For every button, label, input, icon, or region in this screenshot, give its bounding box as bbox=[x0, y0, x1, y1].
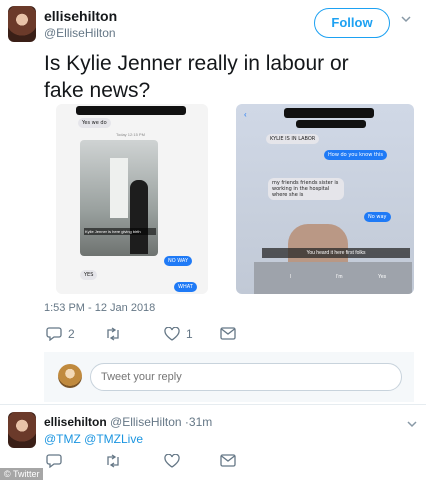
message-action[interactable] bbox=[220, 454, 236, 467]
back-chevron-icon: ‹ bbox=[244, 110, 247, 119]
black-bar bbox=[76, 106, 186, 115]
reply-action[interactable] bbox=[46, 454, 62, 468]
chat-bubble: Yes we do bbox=[78, 118, 111, 128]
avatar[interactable] bbox=[8, 6, 36, 42]
chat-header-time: Today 12:15 PM bbox=[116, 132, 145, 137]
reply-action[interactable]: 2 bbox=[46, 327, 75, 341]
reply-icon bbox=[46, 454, 62, 468]
black-bar bbox=[284, 108, 374, 118]
watermark: © Twitter bbox=[0, 468, 44, 480]
reply-age[interactable]: ·31m bbox=[185, 415, 212, 429]
divider bbox=[0, 404, 426, 405]
tweet-text: Is Kylie Jenner really in labour or fake… bbox=[44, 52, 349, 102]
display-name[interactable]: ellisehilton bbox=[44, 8, 117, 24]
chat-bubble: KYLIE IS IN LABOR bbox=[266, 134, 320, 144]
reply-display-name[interactable]: ellisehilton bbox=[44, 415, 107, 429]
like-action[interactable]: 1 bbox=[164, 327, 193, 341]
reply-count: 2 bbox=[68, 327, 75, 341]
hand-shape bbox=[288, 224, 348, 264]
chat-bubble: How do you know this bbox=[324, 150, 388, 160]
reply-input[interactable] bbox=[90, 363, 402, 391]
photo-caption: Kylie Jenner is here giving birth bbox=[84, 228, 156, 235]
retweet-icon bbox=[104, 327, 122, 341]
keyboard-suggestion: I'm bbox=[336, 274, 343, 280]
keyboard-suggestion: Yes bbox=[378, 274, 387, 280]
retweet-action[interactable] bbox=[104, 327, 128, 341]
heart-icon bbox=[164, 454, 180, 468]
message-action[interactable] bbox=[220, 327, 236, 340]
retweet-icon bbox=[104, 454, 122, 468]
black-bar bbox=[296, 120, 366, 128]
hallway-photo: Kylie Jenner is here giving birth bbox=[80, 140, 158, 256]
reply-tweet-text: @TMZ @TMZLive bbox=[44, 432, 144, 446]
like-count: 1 bbox=[186, 327, 193, 341]
chat-bubble: my friends friends sister is working in … bbox=[268, 178, 344, 200]
media-image-left[interactable]: Yes we do Today 12:15 PM Kylie Jenner is… bbox=[56, 104, 208, 294]
chevron-down-icon[interactable] bbox=[400, 13, 412, 25]
keyboard-suggestion: I bbox=[290, 274, 292, 280]
chevron-down-icon[interactable] bbox=[406, 418, 418, 430]
chat-bubble: WHAT bbox=[174, 282, 197, 292]
reply-tweet-header: ellisehilton @ElliseHilton ·31m bbox=[44, 415, 212, 429]
reply-icon bbox=[46, 327, 62, 341]
toast-banner: You heard it here first folks bbox=[262, 248, 410, 258]
media-image-right[interactable]: ‹ KYLIE IS IN LABOR How do you know this… bbox=[236, 104, 414, 294]
user-handle[interactable]: @ElliseHilton bbox=[44, 26, 116, 40]
chat-bubble: NO WAY bbox=[164, 256, 193, 266]
tweet-timestamp[interactable]: 1:53 PM - 12 Jan 2018 bbox=[44, 302, 155, 314]
retweet-action[interactable] bbox=[104, 454, 122, 468]
envelope-icon bbox=[220, 454, 236, 467]
envelope-icon bbox=[220, 327, 236, 340]
chat-bubble: No way bbox=[364, 212, 391, 222]
heart-icon bbox=[164, 327, 180, 341]
avatar[interactable] bbox=[58, 364, 82, 388]
chat-bubble: YES bbox=[80, 270, 98, 280]
keyboard: I I'm Yes bbox=[254, 262, 412, 294]
reply-user-handle[interactable]: @ElliseHilton bbox=[110, 415, 182, 429]
avatar[interactable] bbox=[8, 412, 36, 448]
follow-button[interactable]: Follow bbox=[314, 8, 390, 38]
like-action[interactable] bbox=[164, 454, 180, 468]
